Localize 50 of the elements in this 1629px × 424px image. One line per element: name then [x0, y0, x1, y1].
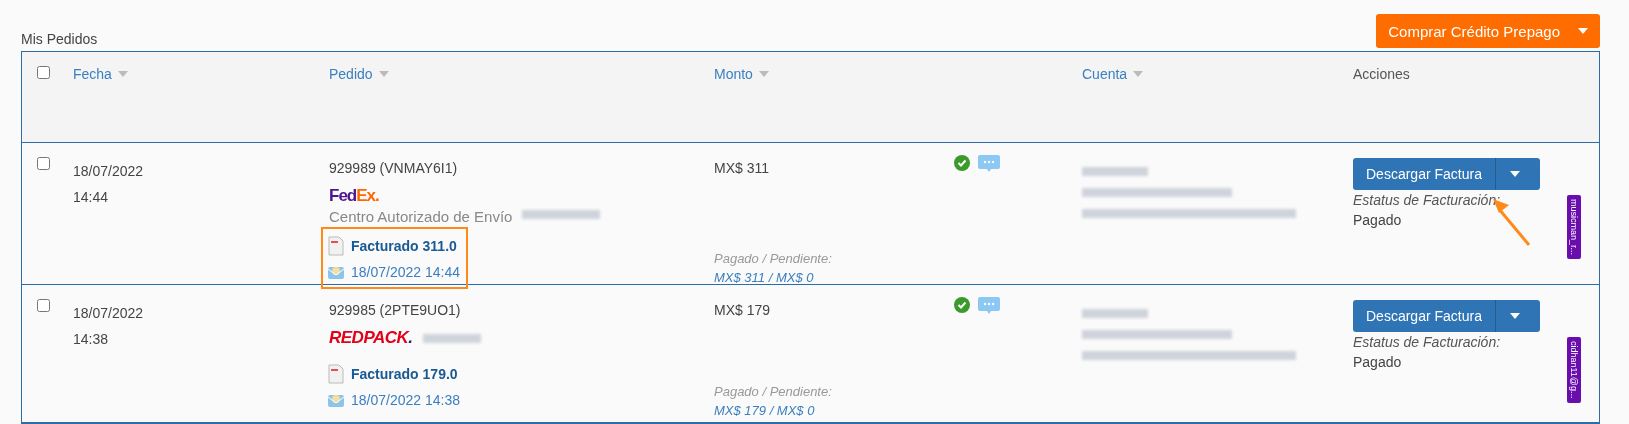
caret-icon — [1509, 171, 1520, 177]
column-header: Acciones — [1353, 66, 1410, 82]
document-icon — [327, 364, 345, 384]
sort-caret-icon — [378, 71, 389, 77]
caret-icon — [1509, 313, 1520, 319]
order-time: 14:44 — [73, 188, 109, 207]
redacted-text — [1082, 309, 1148, 318]
carrier-logo: FedEx. — [329, 185, 379, 207]
invoice-link[interactable]: Facturado 311.0 — [351, 236, 457, 256]
billing-status: Pagado — [1353, 353, 1402, 372]
select-all-checkbox[interactable] — [37, 66, 50, 79]
paid-label: Pagado / Pendiente: — [714, 250, 832, 268]
sort-caret-icon — [117, 71, 128, 77]
column-header[interactable]: Fecha — [73, 66, 128, 82]
redacted-text — [1082, 167, 1148, 176]
download-invoice-button[interactable]: Descargar Factura — [1353, 158, 1540, 190]
document-icon — [327, 236, 345, 256]
page-title: Mis Pedidos — [21, 31, 98, 47]
order-number: 929989 (VNMAY6I1) — [329, 159, 458, 178]
sort-caret-icon — [758, 71, 769, 77]
amount: MX$ 179 — [714, 301, 771, 320]
amount: MX$ 311 — [714, 159, 769, 178]
billing-status-label: Estatus de Facturación: — [1353, 333, 1501, 352]
download-invoice-label-button[interactable]: Descargar Factura — [1353, 158, 1496, 190]
download-invoice-button[interactable]: Descargar Factura — [1353, 300, 1540, 332]
order-time: 14:38 — [73, 330, 109, 349]
redacted-text — [422, 333, 481, 343]
paid-values: MX$ 179 / MX$ 0 — [714, 402, 816, 420]
paid-values: MX$ 311 / MX$ 0 — [714, 269, 815, 287]
row-checkbox[interactable] — [37, 157, 50, 170]
order-date: 18/07/2022 — [73, 304, 144, 323]
paid-label: Pagado / Pendiente: — [714, 383, 832, 401]
invoice-date: 18/07/2022 14:38 — [351, 391, 460, 410]
row-checkbox[interactable] — [37, 299, 50, 312]
user-tag: cidhan11@g... — [1567, 337, 1581, 403]
order-number: 929985 (2PTE9UO1) — [329, 301, 461, 320]
carrier-note: Centro Autorizado de Envío — [329, 207, 513, 227]
column-header[interactable]: Cuenta — [1082, 66, 1144, 82]
billing-status: Pagado — [1353, 211, 1402, 230]
user-tag: musicman_r... — [1567, 195, 1581, 260]
download-invoice-label-button[interactable]: Descargar Factura — [1353, 300, 1496, 332]
invoice-link[interactable]: Facturado 179.0 — [351, 364, 458, 384]
billing-status-label: Estatus de Facturación: — [1353, 191, 1501, 210]
column-header[interactable]: Pedido — [329, 66, 389, 82]
column-header[interactable]: Monto — [714, 66, 769, 82]
carrier-logo: REDPACK. — [329, 327, 413, 349]
caret-icon — [1578, 28, 1588, 34]
order-date: 18/07/2022 — [73, 162, 144, 181]
invoice-date: 18/07/2022 14:44 — [351, 263, 460, 282]
sort-caret-icon — [1133, 71, 1144, 77]
